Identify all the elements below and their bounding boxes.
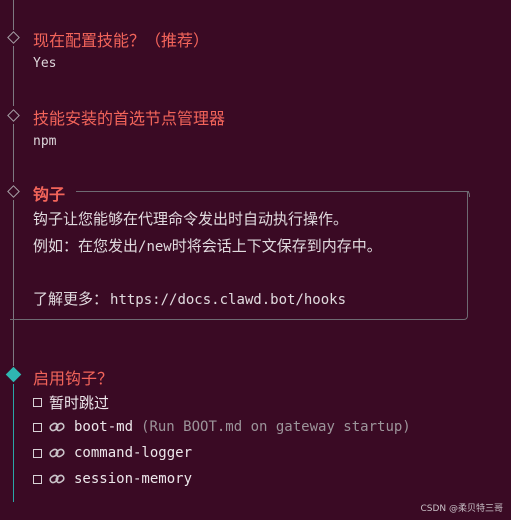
progress-rail-active: [13, 384, 14, 502]
checkbox[interactable]: [33, 398, 42, 407]
link-icon: [49, 474, 65, 484]
note-text-suffix: 时将会话上下文保存到内存中。: [171, 237, 382, 255]
note-title: 钩子: [33, 185, 66, 204]
watermark: CSDN @柔贝特三哥: [420, 504, 503, 514]
step-answer: Yes: [33, 56, 57, 71]
option-hint: (Run BOOT.md on gateway startup): [141, 419, 411, 435]
checkbox[interactable]: [33, 422, 42, 432]
step-complete-icon: [7, 31, 20, 44]
learn-more-label: 了解更多：: [33, 290, 109, 308]
note-text: 例如：在您发出/new时将会话上下文保存到内存中。: [33, 235, 382, 256]
option-skip[interactable]: 暂时跳过: [33, 392, 109, 413]
step-answer: npm: [33, 134, 57, 149]
option-label: 暂时跳过: [49, 394, 110, 412]
checkbox[interactable]: [33, 448, 42, 458]
learn-more: 了解更多： https://docs.clawd.bot/hooks: [33, 288, 346, 309]
active-step-icon: [5, 366, 22, 383]
note-text-prefix: 例如：在您发出: [33, 237, 139, 255]
option-boot-md[interactable]: boot-md (Run BOOT.md on gateway startup): [33, 419, 411, 435]
option-label: boot-md: [74, 419, 134, 435]
link-icon: [49, 422, 65, 432]
option-command-logger[interactable]: command-logger: [33, 445, 192, 461]
option-session-memory[interactable]: session-memory: [33, 471, 192, 487]
progress-rail: [13, 124, 14, 182]
progress-rail: [13, 0, 14, 30]
note-command: /new: [138, 239, 172, 255]
note-text: 钩子让您能够在代理命令发出时自动执行操作。: [33, 210, 349, 228]
note-box-border: [464, 191, 470, 197]
option-label: session-memory: [74, 471, 193, 487]
learn-more-link[interactable]: https://docs.clawd.bot/hooks: [110, 292, 346, 308]
note-box-border: [76, 191, 469, 192]
prompt-title: 启用钩子？: [33, 369, 114, 388]
checkbox[interactable]: [33, 474, 42, 484]
step-complete-icon: [7, 109, 20, 122]
link-icon: [49, 448, 65, 458]
step-title: 技能安装的首选节点管理器: [33, 109, 226, 128]
progress-rail: [13, 46, 14, 106]
step-title: 现在配置技能？（推荐）: [33, 31, 210, 50]
option-label: command-logger: [74, 445, 193, 461]
